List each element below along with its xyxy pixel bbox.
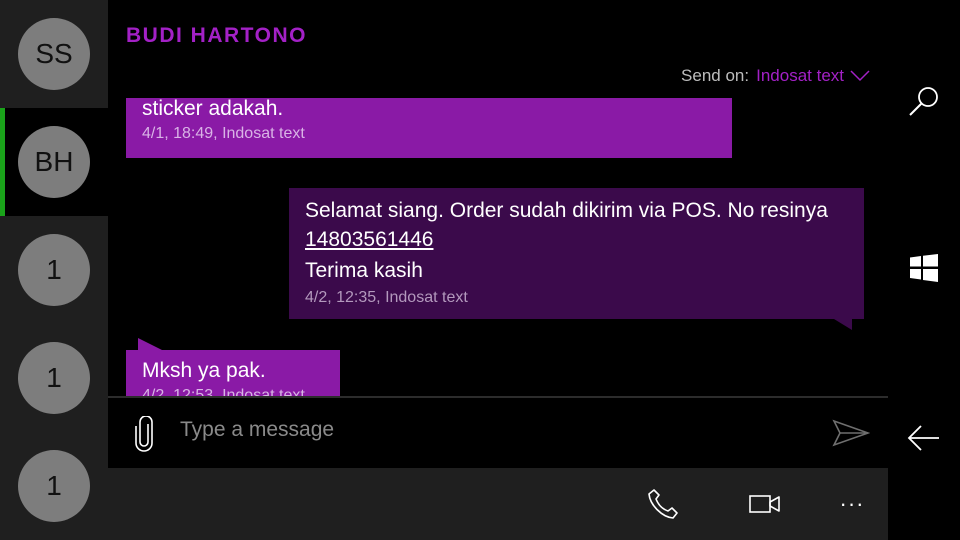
bubble-tail (834, 319, 852, 330)
message-meta: 4/1, 18:49, Indosat text (142, 125, 305, 142)
chevron-down-icon (850, 70, 870, 82)
back-arrow-icon (907, 425, 939, 451)
avatar: 1 (18, 450, 90, 522)
paperclip-icon[interactable] (132, 416, 156, 452)
windows-button[interactable] (898, 242, 950, 294)
contact-item-3[interactable]: 1 (0, 216, 108, 324)
avatar: 1 (18, 342, 90, 414)
message-meta: 4/2, 12:35, Indosat text (305, 289, 468, 306)
windows-icon (910, 254, 938, 282)
send-on-value[interactable]: Indosat text (756, 66, 844, 86)
message-text: Terima kasih (305, 259, 423, 282)
send-on-selector[interactable]: Send on: Indosat text (681, 66, 870, 86)
message-bubble-incoming[interactable]: sticker adakah. 4/1, 18:49, Indosat text (126, 98, 732, 158)
avatar: BH (18, 126, 90, 198)
more-icon: ··· (839, 491, 865, 516)
message-text: Mksh ya pak. (142, 359, 266, 382)
message-text: sticker adakah. (142, 98, 284, 120)
contact-item-4[interactable]: 1 (0, 324, 108, 432)
command-bar: ··· (108, 468, 888, 540)
message-input[interactable]: Type a message (180, 418, 334, 442)
contact-name: BUDI HARTONO (126, 24, 307, 47)
search-button[interactable] (898, 76, 950, 128)
video-call-button[interactable] (745, 484, 785, 524)
message-meta: 4/2, 12:53, Indosat text (142, 387, 305, 396)
back-button[interactable] (898, 412, 950, 464)
contact-item-ss[interactable]: SS (0, 0, 108, 108)
avatar: 1 (18, 234, 90, 306)
send-on-label: Send on: (681, 66, 750, 85)
more-button[interactable]: ··· (832, 484, 872, 524)
message-bubble-outgoing[interactable]: Selamat siang. Order sudah dikirim via P… (289, 188, 864, 319)
message-thread[interactable]: sticker adakah. 4/1, 18:49, Indosat text… (108, 98, 888, 396)
send-icon[interactable] (832, 418, 870, 448)
compose-bar: Type a message (108, 396, 888, 468)
video-camera-icon (749, 495, 780, 513)
avatar: SS (18, 18, 90, 90)
phone-icon (648, 489, 678, 519)
contact-item-5[interactable]: 1 (0, 432, 108, 540)
message-bubble-incoming[interactable]: Mksh ya pak. 4/2, 12:53, Indosat text (126, 350, 340, 396)
contact-rail: SS BH 1 1 1 (0, 0, 108, 540)
tracking-number-link[interactable]: 14803561446 (305, 225, 848, 254)
contact-item-bh[interactable]: BH (0, 108, 108, 216)
active-indicator (0, 108, 5, 216)
call-button[interactable] (643, 484, 683, 524)
message-text: Selamat siang. Order sudah dikirim via P… (305, 199, 828, 222)
app-bar (888, 0, 960, 540)
bubble-tail (138, 338, 162, 350)
search-icon (909, 87, 938, 116)
